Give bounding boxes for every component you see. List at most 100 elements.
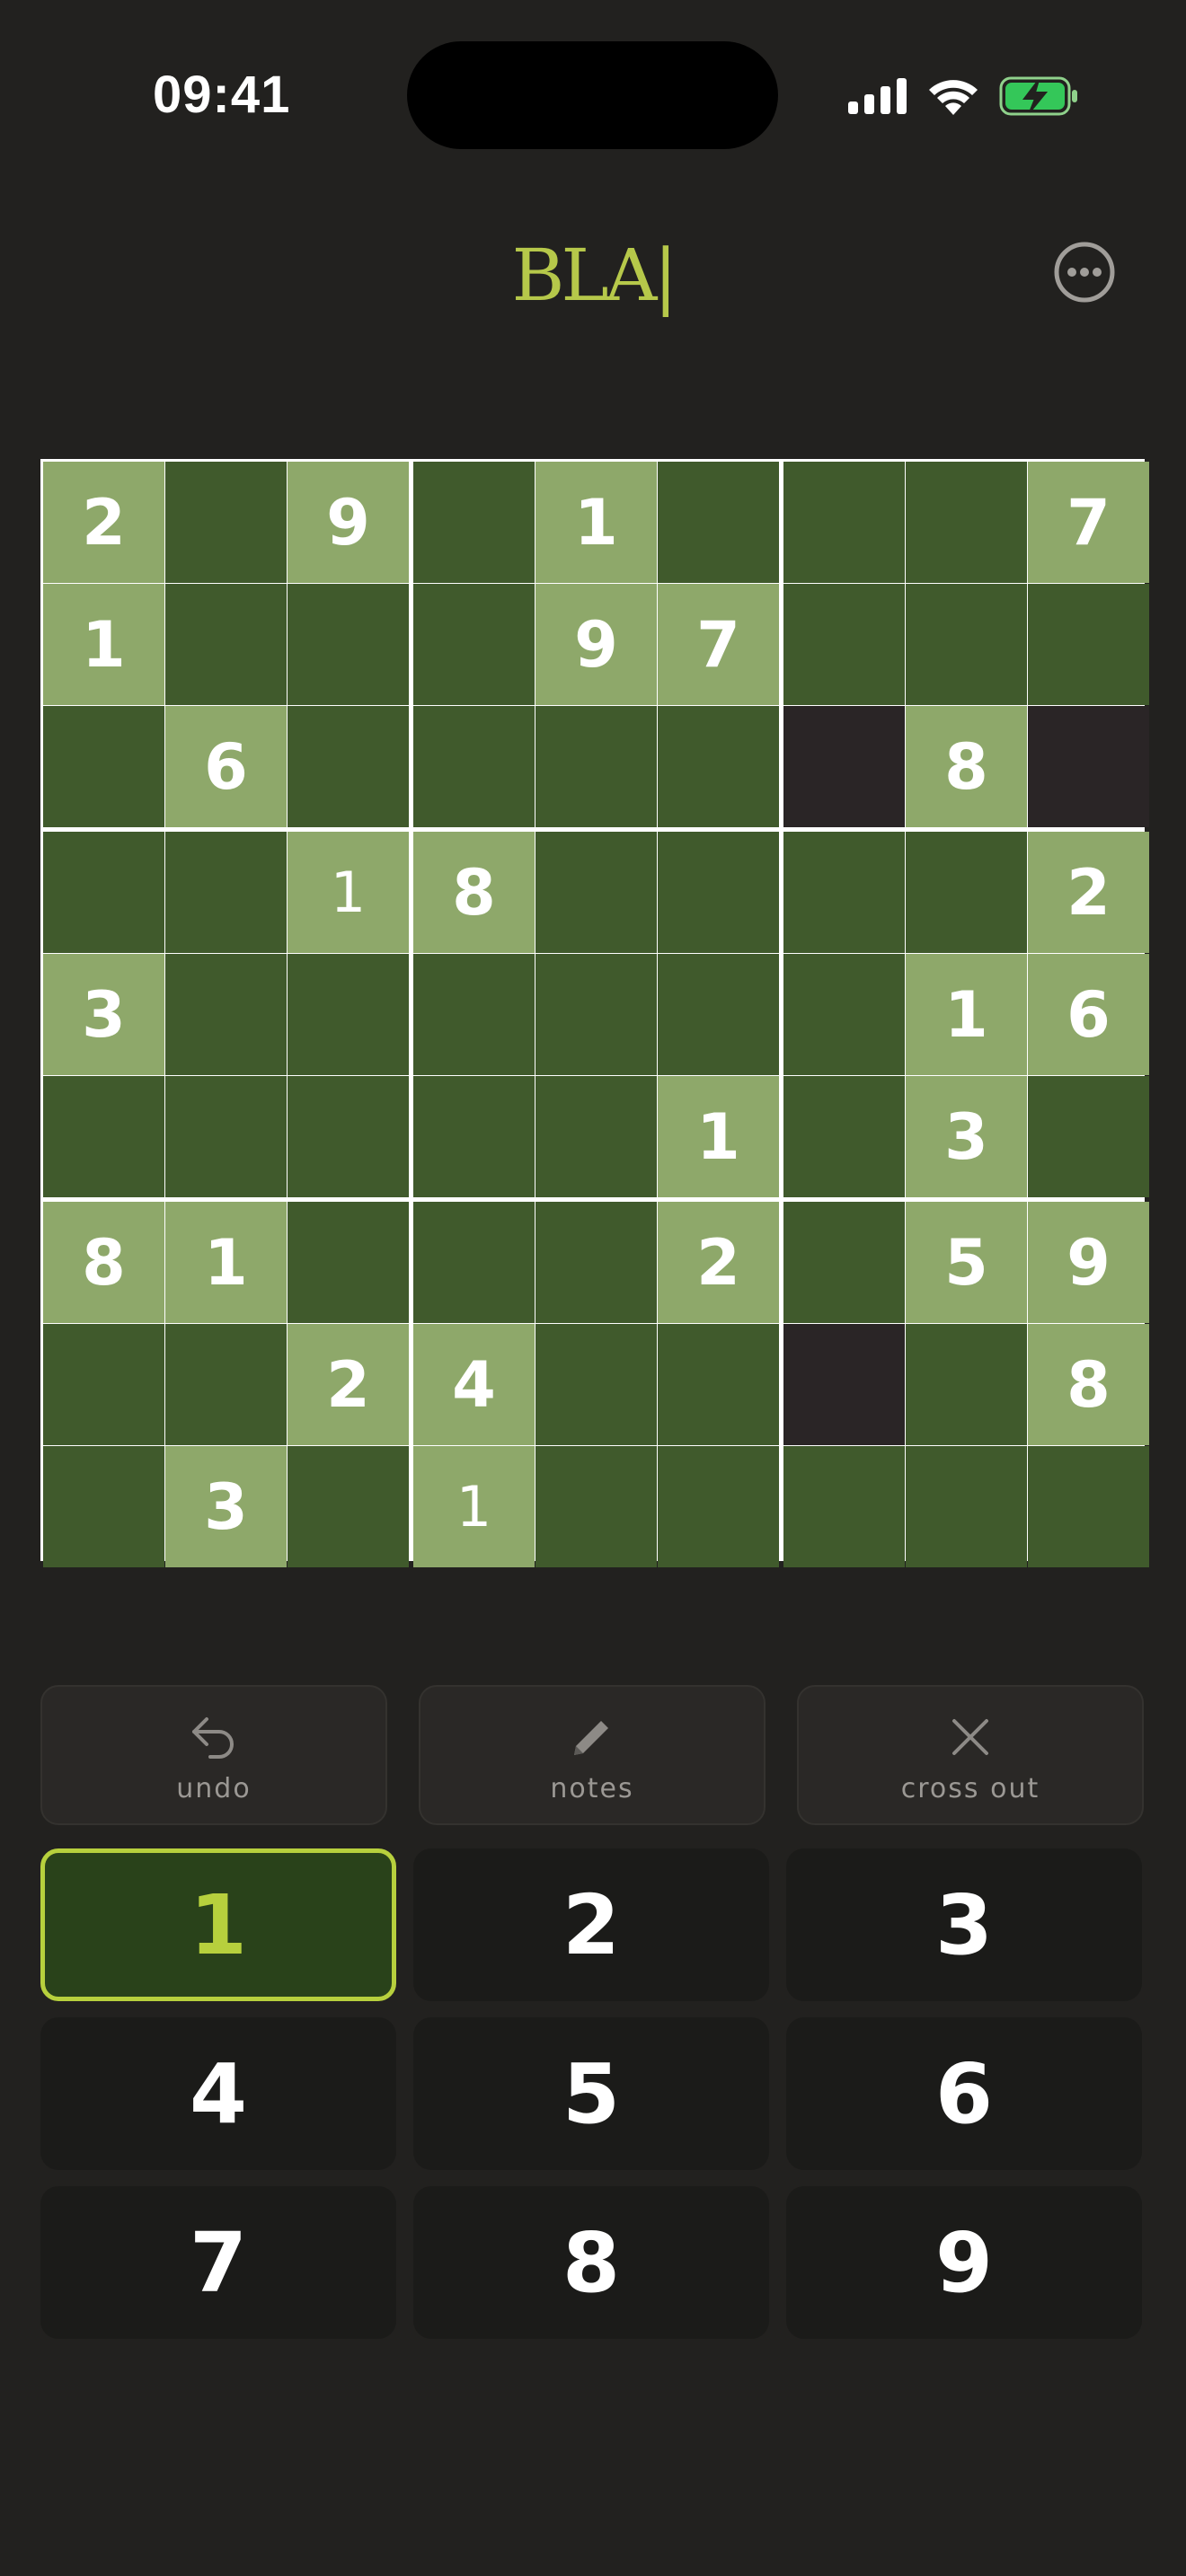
board-cell[interactable] bbox=[165, 462, 287, 583]
board-cell[interactable] bbox=[165, 1076, 287, 1197]
board-cell[interactable] bbox=[1028, 1446, 1149, 1567]
board-cell[interactable]: 2 bbox=[43, 462, 164, 583]
board-cell[interactable]: 1 bbox=[906, 954, 1027, 1075]
board-cell[interactable] bbox=[43, 1446, 164, 1567]
board-cell[interactable]: 8 bbox=[43, 1202, 164, 1323]
board-cell[interactable] bbox=[783, 462, 905, 583]
number-key-3[interactable]: 3 bbox=[786, 1848, 1142, 2001]
board-cell[interactable] bbox=[413, 1076, 535, 1197]
board-cell[interactable]: 8 bbox=[906, 706, 1027, 827]
pencil-icon bbox=[574, 1721, 608, 1755]
board-cell[interactable] bbox=[783, 1202, 905, 1323]
board-cell[interactable]: 1 bbox=[43, 584, 164, 705]
board-cell[interactable] bbox=[535, 706, 657, 827]
number-key-7[interactable]: 7 bbox=[40, 2186, 396, 2339]
board-cell[interactable]: 6 bbox=[1028, 954, 1149, 1075]
number-key-2[interactable]: 2 bbox=[413, 1848, 769, 2001]
board-cell[interactable]: 8 bbox=[413, 832, 535, 953]
undo-button[interactable]: undo bbox=[40, 1685, 387, 1825]
cross-out-button[interactable]: cross out bbox=[797, 1685, 1144, 1825]
board-cell[interactable] bbox=[658, 706, 779, 827]
more-options-button[interactable] bbox=[1053, 241, 1116, 304]
board-cell[interactable] bbox=[658, 1446, 779, 1567]
board-cell[interactable] bbox=[1028, 584, 1149, 705]
board-cell[interactable] bbox=[288, 954, 409, 1075]
board-cell[interactable] bbox=[43, 1076, 164, 1197]
number-key-6[interactable]: 6 bbox=[786, 2017, 1142, 2170]
board-cell[interactable] bbox=[783, 954, 905, 1075]
board-cell[interactable]: 4 bbox=[413, 1324, 535, 1445]
board-cell[interactable]: 5 bbox=[906, 1202, 1027, 1323]
board-cell[interactable] bbox=[783, 1076, 905, 1197]
board-cell[interactable] bbox=[288, 1446, 409, 1567]
board-cell[interactable] bbox=[535, 1446, 657, 1567]
board-cell[interactable] bbox=[43, 706, 164, 827]
board-cell[interactable]: 1 bbox=[658, 1076, 779, 1197]
board-cell[interactable] bbox=[783, 1324, 905, 1445]
board-cell[interactable]: 6 bbox=[165, 706, 287, 827]
undo-label: undo bbox=[176, 1773, 252, 1804]
board-cell[interactable] bbox=[535, 954, 657, 1075]
board-cell[interactable]: 1 bbox=[165, 1202, 287, 1323]
number-key-4[interactable]: 4 bbox=[40, 2017, 396, 2170]
board-cell[interactable] bbox=[783, 584, 905, 705]
board-cell[interactable]: 3 bbox=[165, 1446, 287, 1567]
board-cell[interactable] bbox=[1028, 1076, 1149, 1197]
board-cell[interactable] bbox=[906, 832, 1027, 953]
board-cell[interactable]: 3 bbox=[906, 1076, 1027, 1197]
board-cell[interactable] bbox=[288, 1202, 409, 1323]
board-cell[interactable]: 3 bbox=[43, 954, 164, 1075]
board-cell[interactable]: 7 bbox=[1028, 462, 1149, 583]
board-cell[interactable] bbox=[165, 832, 287, 953]
board-cell[interactable]: 9 bbox=[535, 584, 657, 705]
board-cell[interactable] bbox=[288, 584, 409, 705]
number-key-1[interactable]: 1 bbox=[40, 1848, 396, 2001]
board-cell[interactable]: 1 bbox=[288, 832, 409, 953]
board-cell[interactable] bbox=[906, 584, 1027, 705]
board-cell[interactable] bbox=[658, 954, 779, 1075]
board-cell[interactable]: 9 bbox=[1028, 1202, 1149, 1323]
board-cell[interactable] bbox=[658, 1324, 779, 1445]
board-cell[interactable] bbox=[658, 462, 779, 583]
number-key-9[interactable]: 9 bbox=[786, 2186, 1142, 2339]
board-cell[interactable] bbox=[413, 706, 535, 827]
board-cell[interactable]: 8 bbox=[1028, 1324, 1149, 1445]
board-cell[interactable] bbox=[783, 706, 905, 827]
notes-button[interactable]: notes bbox=[419, 1685, 766, 1825]
undo-icon bbox=[192, 1717, 234, 1759]
board-cell[interactable] bbox=[413, 1202, 535, 1323]
board-cell[interactable]: 2 bbox=[658, 1202, 779, 1323]
board-cell[interactable] bbox=[165, 954, 287, 1075]
board-cell[interactable] bbox=[43, 832, 164, 953]
app-logo: BLA| bbox=[511, 234, 678, 317]
board-cell[interactable] bbox=[165, 1324, 287, 1445]
board-cell[interactable] bbox=[906, 1446, 1027, 1567]
board-cell[interactable] bbox=[535, 832, 657, 953]
board-cell[interactable]: 1 bbox=[413, 1446, 535, 1567]
board-cell[interactable] bbox=[535, 1076, 657, 1197]
number-key-5[interactable]: 5 bbox=[413, 2017, 769, 2170]
board-cell[interactable] bbox=[535, 1324, 657, 1445]
board-cell[interactable]: 2 bbox=[1028, 832, 1149, 953]
board-cell[interactable] bbox=[783, 832, 905, 953]
board-cell[interactable] bbox=[413, 462, 535, 583]
board-cell[interactable] bbox=[658, 832, 779, 953]
board-cell[interactable]: 9 bbox=[288, 462, 409, 583]
board-cell[interactable] bbox=[43, 1324, 164, 1445]
board-cell[interactable] bbox=[165, 584, 287, 705]
board-cell[interactable] bbox=[413, 954, 535, 1075]
more-horizontal-circle-icon bbox=[1054, 242, 1115, 303]
number-key-8[interactable]: 8 bbox=[413, 2186, 769, 2339]
board-cell[interactable] bbox=[413, 584, 535, 705]
board-cell[interactable]: 1 bbox=[535, 462, 657, 583]
board-cell[interactable] bbox=[535, 1202, 657, 1323]
board-cell[interactable] bbox=[906, 462, 1027, 583]
board-cell[interactable] bbox=[288, 706, 409, 827]
board-cell[interactable]: 7 bbox=[658, 584, 779, 705]
board-cell[interactable] bbox=[288, 1076, 409, 1197]
board-cell[interactable] bbox=[1028, 706, 1149, 827]
board-cell[interactable] bbox=[906, 1324, 1027, 1445]
board-cell[interactable]: 2 bbox=[288, 1324, 409, 1445]
board-cell[interactable] bbox=[783, 1446, 905, 1567]
cross-out-label: cross out bbox=[900, 1773, 1040, 1804]
